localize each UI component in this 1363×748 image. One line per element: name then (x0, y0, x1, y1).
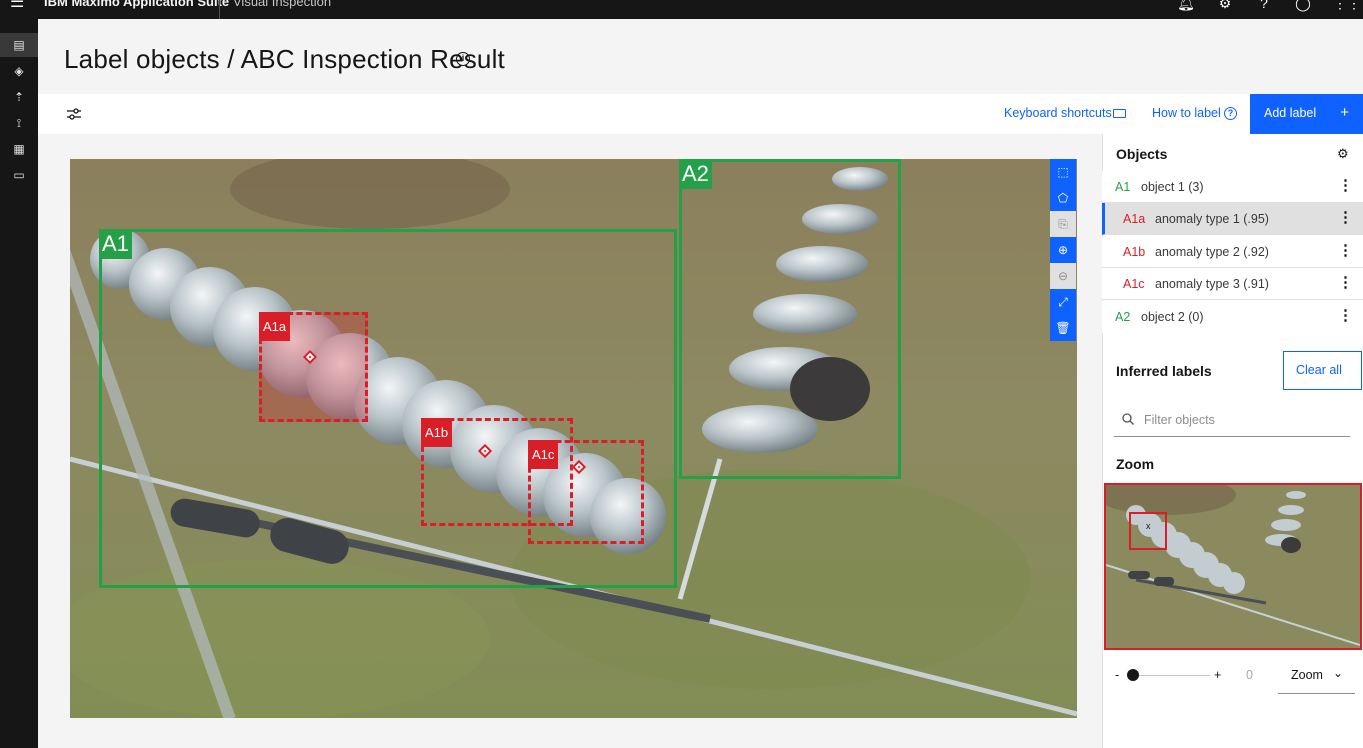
object-row-a1[interactable]: A1 object 1 (3) ⋮ (1102, 171, 1363, 203)
zoom-out-icon[interactable]: ⊖ (1050, 263, 1076, 289)
svg-text:x: x (1146, 521, 1151, 531)
delete-icon[interactable]: 🗑︎ (1050, 315, 1076, 341)
object-label: object 1 (3) (1141, 180, 1204, 194)
zoom-minimap[interactable]: x (1104, 483, 1362, 650)
projects-icon[interactable]: ▦ (0, 137, 38, 161)
annotation-tag-a1: A1 (99, 229, 132, 259)
keyboard-shortcuts-link[interactable]: Keyboard shortcuts (1004, 106, 1112, 120)
header-divider (219, 0, 220, 19)
overflow-menu-icon[interactable]: ⋮ (1338, 209, 1353, 227)
zoom-slider-track[interactable] (1132, 675, 1210, 676)
zoom-slider-handle[interactable] (1127, 669, 1139, 681)
help-icon[interactable]: ? (1255, 0, 1273, 11)
object-code: A1 (1115, 180, 1131, 194)
filter-objects-input[interactable] (1144, 410, 1344, 430)
minimap-thumbnail: x (1106, 485, 1360, 648)
left-navigation: ▤ ◈ ⇡ ⟟ ▦ ▭ (0, 19, 38, 748)
zoom-heading: Zoom (1116, 456, 1155, 472)
object-label: anomaly type 3 (.91) (1155, 277, 1269, 291)
annotation-box-a2[interactable]: A2 (679, 159, 901, 479)
copy-label-icon[interactable]: ⎘ (1050, 211, 1076, 237)
filter-settings-icon[interactable] (66, 106, 82, 122)
product-name: Visual Inspection (233, 0, 332, 9)
zoom-in-icon[interactable]: ⊕ (1050, 237, 1076, 263)
canvas-tool-strip: ⬚ ⬠ ⎘ ⊕ ⊖ ⤢ 🗑︎ (1050, 159, 1076, 341)
workflow-icon[interactable]: ⟟ (0, 111, 38, 135)
add-label-button[interactable]: Add label + (1250, 94, 1363, 134)
page-title: Label objects / ABC Inspection Result (64, 44, 505, 74)
object-label: anomaly type 2 (.92) (1155, 245, 1269, 259)
keyboard-icon[interactable] (1113, 109, 1126, 118)
box-draw-icon[interactable]: ⬚ (1050, 159, 1076, 185)
inferred-labels-heading: Inferred labels (1116, 363, 1212, 379)
zoom-fit-icon[interactable]: ⤢ (1050, 289, 1076, 315)
how-to-label-link[interactable]: How to label (1152, 106, 1221, 120)
annotation-box-a1c[interactable]: A1c (528, 440, 644, 544)
annotation-box-a1a[interactable]: A1a (259, 312, 368, 422)
hamburger-menu-icon[interactable]: ☰ (10, 0, 28, 19)
zoom-dropdown[interactable]: Zoom ⌄ (1278, 660, 1355, 694)
toolkit-icon[interactable]: ▭ (0, 163, 38, 187)
zoom-minus-label: - (1115, 668, 1120, 682)
zoom-plus-label: + (1214, 668, 1222, 682)
object-code: A2 (1115, 310, 1131, 324)
object-label: object 2 (0) (1141, 310, 1204, 324)
annotation-tag-a1c: A1c (528, 440, 559, 469)
models-icon[interactable]: ◈ (0, 59, 38, 83)
info-icon[interactable]: i (456, 52, 470, 66)
brand-name[interactable]: IBM Maximo Application Suite (44, 0, 229, 9)
add-icon: + (1340, 104, 1349, 121)
objects-heading: Objects (1116, 146, 1168, 162)
top-header: ☰ IBM Maximo Application Suite Visual In… (0, 0, 1363, 19)
zoom-value[interactable]: 0 (1246, 668, 1253, 682)
overflow-menu-icon[interactable]: ⋮ (1338, 242, 1353, 260)
object-row-a1b[interactable]: A1b anomaly type 2 (.92) ⋮ (1102, 236, 1363, 268)
deploy-icon[interactable]: ⇡ (0, 85, 38, 109)
label-toolbar: Keyboard shortcuts How to label ? Add la… (38, 94, 1363, 134)
chevron-down-icon: ⌄ (1333, 666, 1344, 680)
overflow-menu-icon[interactable]: ⋮ (1338, 307, 1353, 325)
clear-all-button[interactable]: Clear all (1283, 351, 1362, 390)
polygon-draw-icon[interactable]: ⬠ (1050, 185, 1076, 211)
datasets-icon[interactable]: ▤ (0, 33, 38, 57)
user-icon[interactable]: ◯ (1294, 0, 1312, 11)
annotation-tag-a1a: A1a (259, 312, 291, 341)
annotation-tag-a2: A2 (679, 159, 712, 189)
object-row-a1c[interactable]: A1c anomaly type 3 (.91) ⋮ (1102, 268, 1363, 300)
object-code: A1c (1123, 277, 1145, 291)
object-row-a2[interactable]: A2 object 2 (0) ⋮ (1102, 301, 1363, 333)
object-label: anomaly type 1 (.95) (1155, 212, 1269, 226)
object-code: A1b (1123, 245, 1146, 259)
panel-settings-icon[interactable]: ⚙ (1337, 146, 1351, 161)
question-circle-icon[interactable]: ? (1224, 107, 1237, 120)
object-code: A1a (1123, 212, 1146, 226)
object-row-a1a[interactable]: A1a anomaly type 1 (.95) ⋮ (1102, 203, 1363, 235)
filter-objects-field[interactable] (1114, 404, 1350, 437)
search-icon (1122, 413, 1134, 425)
notification-icon[interactable]: 🔔︎ (1177, 0, 1195, 11)
app-switcher-icon[interactable]: ⋮⋮ (1333, 0, 1361, 11)
clear-all-label: Clear all (1296, 363, 1342, 377)
zoom-dropdown-label: Zoom (1291, 668, 1323, 682)
overflow-menu-icon[interactable]: ⋮ (1338, 274, 1353, 292)
add-label-text: Add label (1264, 106, 1317, 120)
overflow-menu-icon[interactable]: ⋮ (1338, 177, 1353, 195)
settings-icon[interactable]: ⚙ (1216, 0, 1234, 11)
annotation-tag-a1b: A1b (421, 418, 453, 447)
